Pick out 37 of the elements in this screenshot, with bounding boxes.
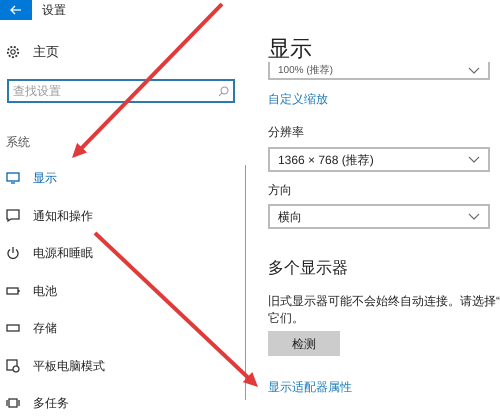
field-label: 分辨率 <box>268 124 305 141</box>
back-arrow-icon <box>10 5 22 15</box>
monitor-icon <box>6 172 20 184</box>
sidebar-item[interactable]: 电源和睡眠 <box>0 234 245 272</box>
sidebar-item[interactable]: 多任务 <box>0 384 245 419</box>
back-button[interactable] <box>0 0 32 20</box>
sidebar-item[interactable]: 平板电脑模式 <box>0 347 245 384</box>
home-link[interactable]: 主页 <box>6 42 59 62</box>
sidebar-item[interactable]: 通知和操作 <box>0 197 245 234</box>
description-text: 它们。 <box>268 310 304 327</box>
scale-dropdown[interactable]: 100% (推荐) <box>268 62 490 80</box>
gear-icon <box>6 44 20 59</box>
window-title: 设置 <box>42 2 66 19</box>
description-text: 旧式显示器可能不会始终自动连接。请选择“ <box>268 293 500 310</box>
field-label: 方向 <box>268 182 293 199</box>
section-title: 系统 <box>6 134 31 150</box>
power-icon <box>6 246 20 260</box>
detect-button[interactable]: 检测 <box>268 331 340 356</box>
tablet-icon <box>6 358 20 373</box>
storage-icon <box>6 324 20 332</box>
chevron-down-icon <box>468 156 480 163</box>
chevron-down-icon <box>468 213 480 220</box>
message-icon <box>6 209 20 222</box>
battery-icon <box>6 286 20 295</box>
orientation-dropdown[interactable]: 横向 <box>268 204 490 229</box>
chevron-down-icon <box>468 66 480 74</box>
sidebar-item[interactable]: 电池 <box>0 272 245 310</box>
adapter-properties-link[interactable]: 显示适配器属性 <box>268 378 352 396</box>
search-field[interactable]: 查找设置 <box>7 78 235 102</box>
section-heading: 多个显示器 <box>268 259 349 279</box>
resolution-dropdown[interactable]: 1366 × 768 (推荐) <box>268 147 490 172</box>
windows-icon <box>6 398 20 408</box>
page-heading: 显示 <box>268 36 313 62</box>
sidebar-item[interactable]: 存储 <box>0 310 245 347</box>
sidebar-item[interactable]: 显示 <box>0 160 245 197</box>
search-icon <box>218 86 229 96</box>
custom-scale-link[interactable]: 自定义缩放 <box>268 90 328 108</box>
